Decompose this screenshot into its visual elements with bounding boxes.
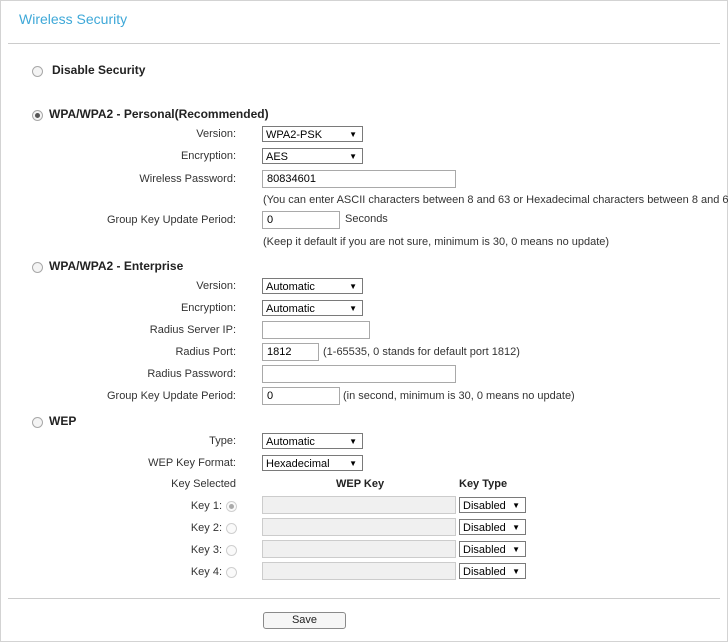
- key-type-header: Key Type: [459, 478, 508, 490]
- wep-type-label: Type:: [209, 435, 236, 447]
- radius-port-input[interactable]: 1812: [262, 343, 319, 361]
- enterprise-group-key-input[interactable]: 0: [262, 387, 340, 405]
- key-selected-label: Key Selected: [171, 478, 236, 490]
- chevron-down-icon: ▼: [512, 501, 520, 510]
- radius-port-hint: (1-65535, 0 stands for default port 1812…: [323, 346, 520, 358]
- chevron-down-icon: ▼: [512, 523, 520, 532]
- key-4-type-value: Disabled: [463, 566, 506, 578]
- enterprise-version-select[interactable]: Automatic ▼: [262, 278, 363, 294]
- radius-password-input[interactable]: [262, 365, 456, 383]
- key-3-label: Key 3:: [190, 544, 222, 556]
- personal-encryption-value: AES: [266, 151, 289, 163]
- key-2-label: Key 2:: [190, 522, 222, 534]
- wep-format-value: Hexadecimal: [266, 458, 330, 470]
- enterprise-encryption-value: Automatic: [266, 303, 315, 315]
- key-1-radio[interactable]: [226, 501, 237, 512]
- enterprise-encryption-select[interactable]: Automatic ▼: [262, 300, 363, 316]
- key-3-input[interactable]: [262, 540, 456, 558]
- radius-password-label: Radius Password:: [147, 368, 236, 380]
- personal-version-label: Version:: [196, 128, 236, 140]
- personal-encryption-select[interactable]: AES ▼: [262, 148, 363, 164]
- wep-type-select[interactable]: Automatic ▼: [262, 433, 363, 449]
- chevron-down-icon: ▼: [349, 459, 357, 468]
- enterprise-group-key-label: Group Key Update Period:: [106, 390, 236, 402]
- wep-format-label: WEP Key Format:: [148, 457, 236, 469]
- wpa-enterprise-radio[interactable]: [32, 262, 43, 273]
- personal-version-select[interactable]: WPA2-PSK ▼: [262, 126, 363, 142]
- key-1-type-value: Disabled: [463, 500, 506, 512]
- save-button[interactable]: Save: [263, 612, 346, 629]
- key-4-label: Key 4:: [190, 566, 222, 578]
- key-2-radio[interactable]: [226, 523, 237, 534]
- disable-security-radio[interactable]: [32, 66, 43, 77]
- radius-ip-input[interactable]: [262, 321, 370, 339]
- wep-label: WEP: [49, 414, 77, 428]
- chevron-down-icon: ▼: [349, 282, 357, 291]
- personal-version-value: WPA2-PSK: [266, 129, 323, 141]
- enterprise-group-key-hint: (in second, minimum is 30, 0 means no up…: [343, 390, 575, 402]
- chevron-down-icon: ▼: [349, 130, 357, 139]
- key-3-type-value: Disabled: [463, 544, 506, 556]
- key-4-radio[interactable]: [226, 567, 237, 578]
- wep-key-header: WEP Key: [336, 478, 385, 490]
- wep-format-select[interactable]: Hexadecimal ▼: [262, 455, 363, 471]
- enterprise-encryption-label: Encryption:: [180, 302, 236, 314]
- radius-ip-label: Radius Server IP:: [149, 324, 236, 336]
- bottom-divider: [8, 598, 720, 599]
- wep-type-value: Automatic: [266, 436, 315, 448]
- key-4-input[interactable]: [262, 562, 456, 580]
- chevron-down-icon: ▼: [349, 304, 357, 313]
- chevron-down-icon: ▼: [512, 545, 520, 554]
- group-key-unit: Seconds: [345, 213, 388, 225]
- chevron-down-icon: ▼: [349, 152, 357, 161]
- page-title: Wireless Security: [19, 11, 128, 27]
- personal-group-key-input[interactable]: 0: [262, 211, 340, 229]
- personal-encryption-label: Encryption:: [180, 150, 236, 162]
- key-1-input[interactable]: [262, 496, 456, 514]
- chevron-down-icon: ▼: [349, 437, 357, 446]
- wpa-enterprise-label: WPA/WPA2 - Enterprise: [49, 259, 184, 273]
- wireless-password-input[interactable]: 80834601: [262, 170, 456, 188]
- disable-security-label: Disable Security: [52, 63, 146, 77]
- key-1-type-select[interactable]: Disabled ▼: [459, 497, 526, 513]
- wep-radio[interactable]: [32, 417, 43, 428]
- key-3-type-select[interactable]: Disabled ▼: [459, 541, 526, 557]
- wpa-personal-label: WPA/WPA2 - Personal(Recommended): [49, 107, 269, 121]
- radius-port-label: Radius Port:: [175, 346, 236, 358]
- group-key-hint: (Keep it default if you are not sure, mi…: [263, 236, 610, 248]
- enterprise-version-value: Automatic: [266, 281, 315, 293]
- key-2-type-select[interactable]: Disabled ▼: [459, 519, 526, 535]
- wireless-password-label: Wireless Password:: [139, 173, 236, 185]
- key-1-label: Key 1:: [190, 500, 222, 512]
- password-hint: (You can enter ASCII characters between …: [263, 194, 728, 206]
- key-3-radio[interactable]: [226, 545, 237, 556]
- enterprise-version-label: Version:: [196, 280, 236, 292]
- personal-group-key-label: Group Key Update Period:: [106, 214, 236, 226]
- wpa-personal-radio[interactable]: [32, 110, 43, 121]
- key-2-input[interactable]: [262, 518, 456, 536]
- key-4-type-select[interactable]: Disabled ▼: [459, 563, 526, 579]
- key-2-type-value: Disabled: [463, 522, 506, 534]
- top-divider: [8, 43, 720, 44]
- chevron-down-icon: ▼: [512, 567, 520, 576]
